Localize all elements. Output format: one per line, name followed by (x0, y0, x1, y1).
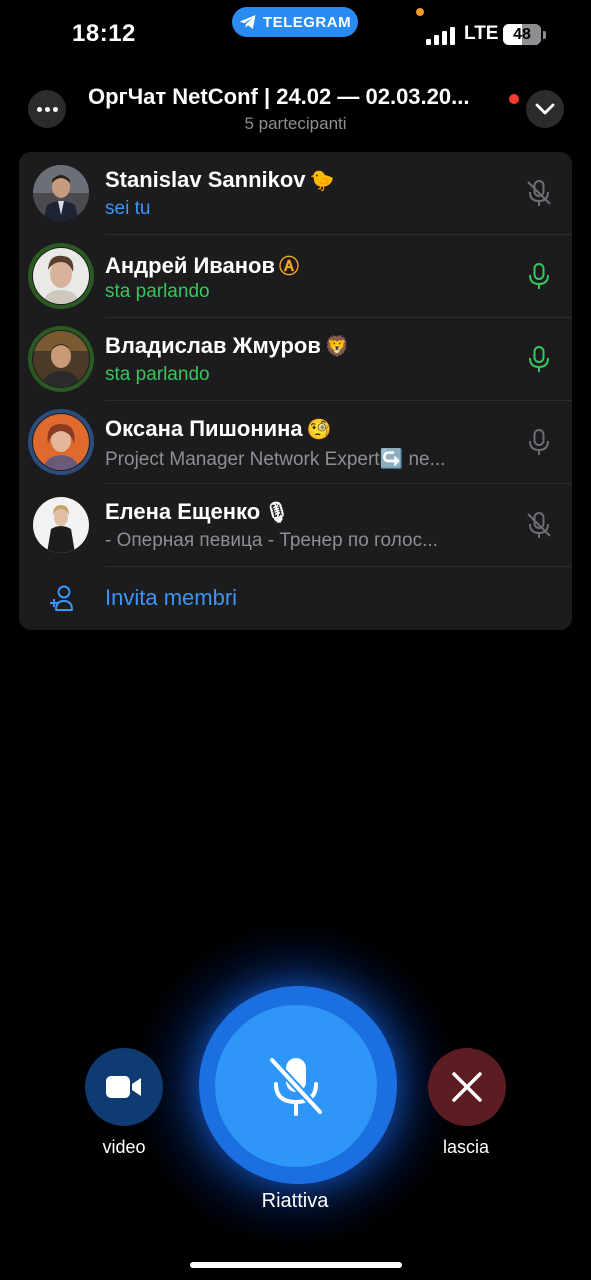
participant-status: sta parlando (105, 364, 210, 385)
avatar (32, 330, 90, 388)
participant-name-text: Оксана Пишонина (105, 416, 303, 441)
leave-button[interactable] (428, 1048, 506, 1126)
invite-members-label: Invita membri (105, 585, 238, 610)
battery-cap (543, 31, 546, 39)
participant-row[interactable]: Андрей Иванов Ⓐ sta parlando (19, 235, 572, 318)
battery-level: 48 (513, 25, 531, 43)
mic-muted-icon (527, 180, 551, 206)
participant-row[interactable]: Елена Ещенко 🎙 - Оперная певица - Тренер … (19, 484, 572, 567)
mic-icon (529, 429, 549, 455)
mic-active-icon (529, 263, 549, 289)
video-label: video (102, 1137, 146, 1157)
mic-muted-icon (268, 1056, 324, 1116)
participants-count: 5 partecipanti (244, 114, 347, 133)
participant-name-text: Елена Ещенко (105, 499, 261, 524)
mic-active-icon (529, 346, 549, 372)
battery-icon: 48 (503, 24, 541, 45)
telegram-icon (239, 15, 256, 29)
emoji-status-icon: 🧐 (306, 419, 332, 441)
participant-name-text: Stanislav Sannikov (105, 167, 306, 192)
avatar (32, 496, 90, 554)
invite-members-button[interactable]: Invita membri (19, 567, 572, 630)
collapse-button[interactable] (526, 90, 564, 128)
leave-label: lascia (442, 1137, 490, 1157)
participant-row[interactable]: Оксана Пишонина 🧐 Project Manager Network… (19, 401, 572, 484)
participant-name: Андрей Иванов Ⓐ (105, 250, 299, 279)
telegram-return-pill[interactable]: TELEGRAM (232, 7, 358, 37)
avatar (32, 164, 90, 222)
emoji-status-icon: 🦁 (324, 336, 350, 358)
privacy-indicator-dot (416, 8, 424, 16)
home-indicator[interactable] (190, 1262, 402, 1268)
emoji-status-icon: 🎙 (264, 502, 290, 524)
participant-name: Оксана Пишонина 🧐 (105, 416, 332, 442)
participant-name: Елена Ещенко 🎙 (105, 499, 290, 525)
status-bar: 18:12 TELEGRAM LTE 48 (0, 0, 591, 70)
avatar (32, 413, 90, 471)
unmute-button[interactable] (215, 1005, 377, 1167)
participant-name: Владислав Жмуров 🦁 (105, 333, 350, 359)
participant-name-text: Андрей Иванов (105, 253, 275, 278)
participant-row[interactable]: Владислав Жмуров 🦁 sta parlando (19, 318, 572, 401)
chevron-down-icon (535, 103, 555, 115)
mic-muted-icon (527, 512, 551, 538)
chat-title: ОргЧат NetConf | 24.02 — 02.03.20... (88, 84, 470, 109)
participant-bio: Project Manager Network Expert↪️ ne... (105, 449, 446, 470)
telegram-pill-label: TELEGRAM (262, 13, 352, 31)
emoji-status-icon: Ⓐ (278, 256, 299, 278)
network-type: LTE (464, 23, 499, 44)
participant-row[interactable]: Stanislav Sannikov 🐤 sei tu (19, 152, 572, 235)
clock: 18:12 (72, 20, 136, 47)
participant-name: Stanislav Sannikov 🐤 (105, 167, 334, 193)
avatar (32, 247, 90, 305)
add-user-icon (50, 585, 73, 611)
video-button[interactable] (85, 1048, 163, 1126)
participant-status: sta parlando (105, 281, 210, 302)
participant-status: sei tu (105, 198, 151, 219)
participants-list: Stanislav Sannikov 🐤 sei tu Андрей Иванов… (19, 152, 572, 630)
recording-indicator-dot (509, 94, 519, 104)
close-icon (452, 1072, 482, 1102)
participant-name-text: Владислав Жмуров (105, 333, 321, 358)
signal-icon (426, 25, 456, 45)
emoji-status-icon: 🐤 (309, 170, 335, 192)
more-dots-icon (36, 106, 58, 112)
participant-bio: - Оперная певица - Тренер по голос... (105, 530, 438, 551)
unmute-label: Riattiva (261, 1190, 329, 1212)
video-camera-icon (106, 1076, 141, 1098)
